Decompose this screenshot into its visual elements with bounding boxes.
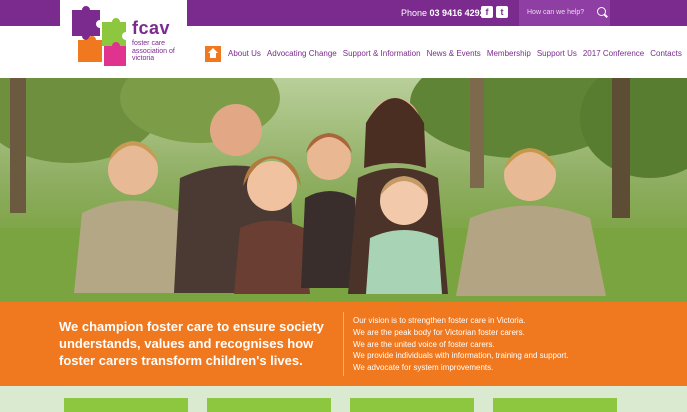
feature-tile[interactable]: [350, 398, 474, 412]
band-divider: [343, 312, 344, 376]
search-icon[interactable]: [597, 7, 606, 16]
search-input[interactable]: How can we help?: [527, 9, 584, 16]
main-nav: About Us Advocating Change Support & Inf…: [205, 45, 685, 62]
nav-item-about[interactable]: About Us: [225, 49, 264, 58]
mission-point: We are the peak body for Victorian foste…: [353, 327, 525, 337]
nav-item-support-us[interactable]: Support Us: [534, 49, 580, 58]
logo-tagline: foster care association of victoria: [132, 40, 175, 62]
home-icon[interactable]: [205, 45, 221, 62]
feature-tile[interactable]: [493, 398, 617, 412]
mission-headline: We champion foster care to ensure societ…: [59, 319, 324, 368]
family-photo: [0, 78, 687, 302]
mission-point: We advocate for system improvements.: [353, 363, 494, 373]
feature-strip: [0, 386, 687, 412]
search-box[interactable]: How can we help?: [519, 0, 610, 26]
nav-item-conference[interactable]: 2017 Conference: [580, 49, 647, 58]
twitter-icon[interactable]: t: [496, 6, 508, 18]
puzzle-logo-icon: [72, 6, 126, 66]
nav-item-contacts[interactable]: Contacts: [647, 49, 685, 58]
mission-point: Our vision is to strengthen foster care …: [353, 316, 526, 325]
site-logo[interactable]: fcav foster care association of victoria: [60, 0, 187, 78]
nav-item-news[interactable]: News & Events: [424, 49, 484, 58]
mission-point: We provide individuals with information,…: [353, 351, 569, 361]
feature-tile[interactable]: [64, 398, 188, 412]
nav-item-advocating[interactable]: Advocating Change: [264, 49, 340, 58]
phone-number[interactable]: 03 9416 4292: [430, 8, 485, 18]
phone-label: Phone: [401, 8, 428, 18]
nav-item-membership[interactable]: Membership: [484, 49, 534, 58]
nav-item-support-info[interactable]: Support & Information: [340, 49, 424, 58]
mission-band: We champion foster care to ensure societ…: [0, 302, 687, 386]
mission-point: We are the united voice of foster carers…: [353, 339, 495, 349]
logo-brand: fcav: [132, 18, 171, 38]
feature-tile[interactable]: [207, 398, 331, 412]
mission-points: Our vision is to strengthen foster care …: [353, 315, 569, 374]
facebook-icon[interactable]: f: [481, 6, 493, 18]
hero-image: [0, 78, 687, 302]
phone-contact[interactable]: Phone 03 9416 4292: [401, 8, 485, 18]
